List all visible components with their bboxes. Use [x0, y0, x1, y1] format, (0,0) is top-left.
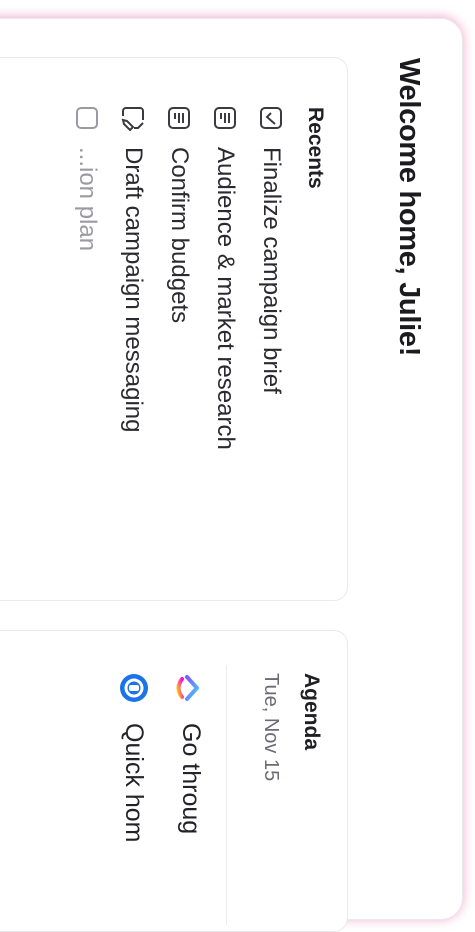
recent-item-label: Finalize campaign brief: [258, 147, 285, 394]
agenda-divider: [226, 665, 227, 925]
welcome-heading: Welcome home, Julie!: [393, 58, 425, 357]
doc-icon: [166, 105, 192, 131]
recents-card: Recents Finalize campaign brief Audience…: [0, 57, 348, 601]
recent-item-label: Draft campaign messaging: [120, 147, 147, 433]
clickup-logo-icon: [176, 673, 206, 703]
recent-item-label: ...ion plan: [74, 147, 101, 252]
agenda-item-label: Quick hom: [120, 723, 149, 843]
recent-item-confirm-budgets[interactable]: Confirm budgets: [163, 105, 195, 323]
agenda-item-label: Go throug: [177, 723, 206, 835]
agenda-card: Agenda Tue, Nov 15 Go throug Quick hom: [0, 630, 348, 932]
agenda-date: Tue, Nov 15: [260, 673, 282, 782]
agenda-title: Agenda: [300, 673, 323, 751]
meeting-icon: [119, 673, 149, 703]
home-view: Welcome home, Julie! Recents Finalize ca…: [0, 0, 475, 932]
task-check-icon: [258, 105, 284, 131]
agenda-item-quick-home[interactable]: Quick hom: [117, 673, 151, 842]
doc-icon: [212, 105, 238, 131]
recent-item-finalize-brief[interactable]: Finalize campaign brief: [255, 105, 287, 394]
recent-item-partial[interactable]: ...ion plan: [71, 105, 103, 251]
doc-icon: [74, 105, 100, 131]
recents-title: Recents: [304, 107, 327, 189]
recent-item-label: Audience & market research: [212, 147, 239, 450]
recent-item-label: Confirm budgets: [166, 147, 193, 324]
agenda-item-go-through[interactable]: Go throug: [174, 673, 208, 834]
recent-item-market-research[interactable]: Audience & market research: [209, 105, 241, 450]
edit-doc-icon: [120, 105, 146, 131]
recent-item-draft-messaging[interactable]: Draft campaign messaging: [117, 105, 149, 432]
